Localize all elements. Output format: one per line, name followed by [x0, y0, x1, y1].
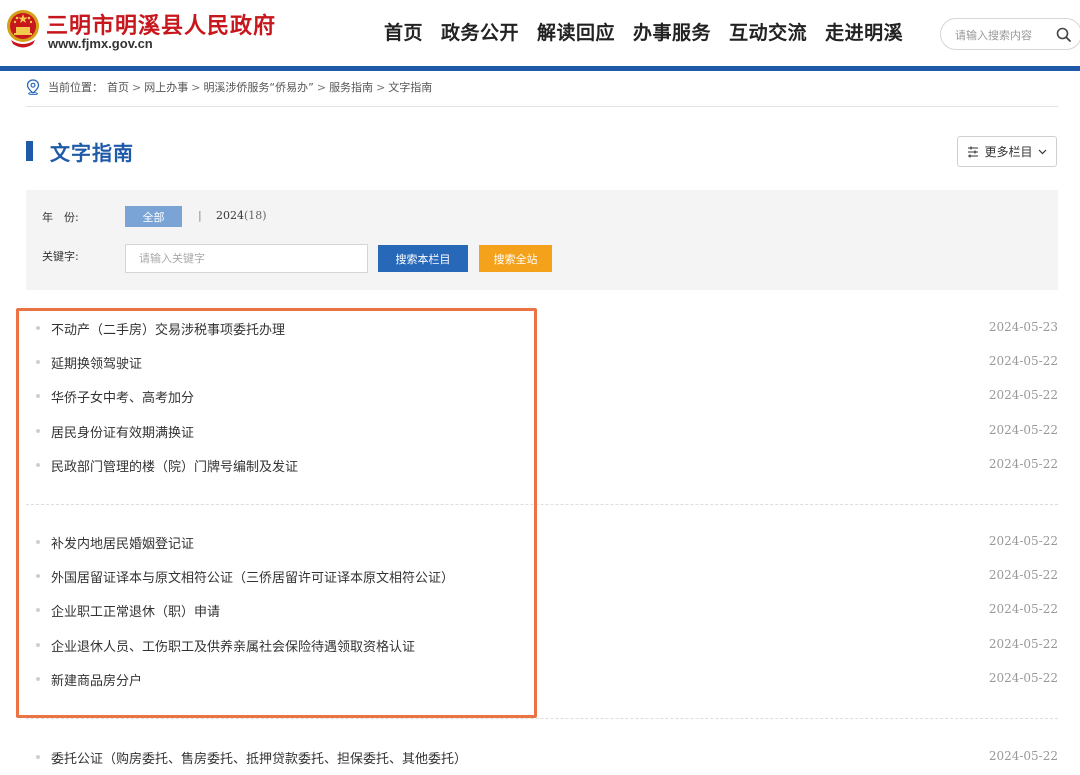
list-item: 居民身份证有效期满换证 2024-05-22	[26, 421, 1058, 441]
bullet-dot	[36, 429, 40, 433]
site-url: www.fjmx.gov.cn	[48, 36, 153, 51]
year-label: 年 份:	[42, 211, 79, 224]
list-item-title[interactable]: 委托公证（购房委托、售房委托、抵押贷款委托、担保委托、其他委托）	[51, 748, 467, 767]
bullet-dot	[36, 574, 40, 578]
bullet-dot	[36, 643, 40, 647]
nav-item-gov-affairs[interactable]: 政务公开	[441, 18, 519, 45]
breadcrumb-separator: >	[191, 80, 201, 94]
chevron-down-icon	[1038, 149, 1046, 155]
group-divider	[26, 718, 1058, 719]
header-divider	[0, 66, 1080, 71]
breadcrumb: 当前位置： 首页 > 网上办事 > 明溪涉侨服务“侨易办” > 服务指南 > 文…	[26, 78, 432, 96]
list-item-title[interactable]: 新建商品房分户	[51, 670, 142, 689]
location-pin-icon	[26, 79, 40, 95]
breadcrumb-item-text-guide[interactable]: 文字指南	[388, 79, 432, 95]
list-item-date: 2024-05-22	[988, 423, 1058, 437]
breadcrumb-item-home[interactable]: 首页	[107, 79, 129, 95]
list-item-title[interactable]: 民政部门管理的楼（院）门牌号编制及发证	[51, 456, 298, 475]
year-option-count: (18)	[244, 209, 267, 222]
bullet-dot	[36, 608, 40, 612]
site-header: 三明市明溪县人民政府 www.fjmx.gov.cn 首页 政务公开 解读回应 …	[0, 0, 1080, 66]
main-nav: 首页 政务公开 解读回应 办事服务 互动交流 走进明溪	[384, 18, 921, 45]
list-item-title[interactable]: 延期换领驾驶证	[51, 353, 142, 372]
list-item-title[interactable]: 企业职工正常退休（职）申请	[51, 601, 220, 620]
list-item-date: 2024-05-23	[988, 320, 1058, 334]
filter-icon	[968, 146, 979, 157]
list-item: 委托公证（购房委托、售房委托、抵押贷款委托、担保委托、其他委托） 2024-05…	[26, 747, 1058, 767]
national-emblem-icon[interactable]	[6, 8, 40, 52]
list-item-date: 2024-05-22	[988, 749, 1058, 763]
page-title: 文字指南	[50, 141, 134, 165]
list-item: 外国居留证译本与原文相符公证（三侨居留许可证译本原文相符公证） 2024-05-…	[26, 566, 1058, 586]
year-filter-2024[interactable]: 2024(18)	[216, 209, 267, 222]
list-item-title[interactable]: 补发内地居民婚姻登记证	[51, 533, 194, 552]
list-item-date: 2024-05-22	[988, 568, 1058, 582]
breadcrumb-separator: >	[316, 80, 327, 94]
list-item-title[interactable]: 华侨子女中考、高考加分	[51, 387, 194, 406]
more-columns-button[interactable]: 更多栏目	[957, 136, 1057, 167]
group-divider	[26, 504, 1058, 505]
list-item-date: 2024-05-22	[988, 388, 1058, 402]
breadcrumb-item-online-services[interactable]: 网上办事	[144, 79, 188, 95]
nav-item-about-mingxi[interactable]: 走进明溪	[825, 18, 903, 45]
year-filter-all[interactable]: 全部	[125, 206, 182, 227]
list-item: 华侨子女中考、高考加分 2024-05-22	[26, 386, 1058, 406]
more-columns-label: 更多栏目	[984, 145, 1033, 159]
list-item: 新建商品房分户 2024-05-22	[26, 669, 1058, 689]
list-item: 民政部门管理的楼（院）门牌号编制及发证 2024-05-22	[26, 455, 1058, 475]
list-item: 企业退休人员、工伤职工及供养亲属社会保险待遇领取资格认证 2024-05-22	[26, 635, 1058, 655]
breadcrumb-item-overseas-services[interactable]: 明溪涉侨服务“侨易办”	[203, 79, 313, 95]
bullet-dot	[36, 360, 40, 364]
list-item-title[interactable]: 外国居留证译本与原文相符公证（三侨居留许可证译本原文相符公证）	[51, 567, 454, 586]
bullet-dot	[36, 677, 40, 681]
bullet-dot	[36, 540, 40, 544]
search-column-button[interactable]: 搜索本栏目	[378, 245, 468, 272]
keyword-label: 关键字:	[42, 250, 79, 263]
year-separator: |	[198, 209, 202, 222]
breadcrumb-separator: >	[132, 80, 142, 94]
list-item-title[interactable]: 不动产（二手房）交易涉税事项委托办理	[51, 319, 285, 338]
bullet-dot	[36, 394, 40, 398]
bullet-dot	[36, 755, 40, 759]
site-search	[940, 18, 1080, 50]
breadcrumb-divider	[26, 106, 1058, 107]
keyword-input[interactable]	[125, 244, 368, 273]
list-item-date: 2024-05-22	[988, 457, 1058, 471]
title-accent-bar	[26, 141, 33, 161]
breadcrumb-separator: >	[376, 80, 386, 94]
list-item-title[interactable]: 企业退休人员、工伤职工及供养亲属社会保险待遇领取资格认证	[51, 636, 415, 655]
bullet-dot	[36, 326, 40, 330]
year-option-label: 2024	[216, 209, 244, 222]
breadcrumb-item-service-guide[interactable]: 服务指南	[329, 79, 373, 95]
list-item-date: 2024-05-22	[988, 602, 1058, 616]
list-item: 延期换领驾驶证 2024-05-22	[26, 352, 1058, 372]
site-search-input[interactable]	[955, 25, 1051, 45]
nav-item-interaction[interactable]: 互动交流	[729, 18, 807, 45]
nav-item-home[interactable]: 首页	[384, 18, 423, 45]
bullet-dot	[36, 463, 40, 467]
list-item-date: 2024-05-22	[988, 354, 1058, 368]
search-icon[interactable]	[1055, 26, 1073, 44]
list-item-date: 2024-05-22	[988, 671, 1058, 685]
nav-item-services[interactable]: 办事服务	[633, 18, 711, 45]
filter-panel: 年 份: 全部 | 2024(18) 关键字: 搜索本栏目 搜索全站	[26, 190, 1058, 290]
breadcrumb-prefix: 当前位置：	[48, 81, 103, 94]
nav-item-interpretation[interactable]: 解读回应	[537, 18, 615, 45]
list-item: 补发内地居民婚姻登记证 2024-05-22	[26, 532, 1058, 552]
list-item-title[interactable]: 居民身份证有效期满换证	[51, 422, 194, 441]
list-item: 企业职工正常退休（职）申请 2024-05-22	[26, 600, 1058, 620]
list-item-date: 2024-05-22	[988, 534, 1058, 548]
list-item-date: 2024-05-22	[988, 637, 1058, 651]
list-item: 不动产（二手房）交易涉税事项委托办理 2024-05-23	[26, 318, 1058, 338]
search-site-button[interactable]: 搜索全站	[479, 245, 552, 272]
